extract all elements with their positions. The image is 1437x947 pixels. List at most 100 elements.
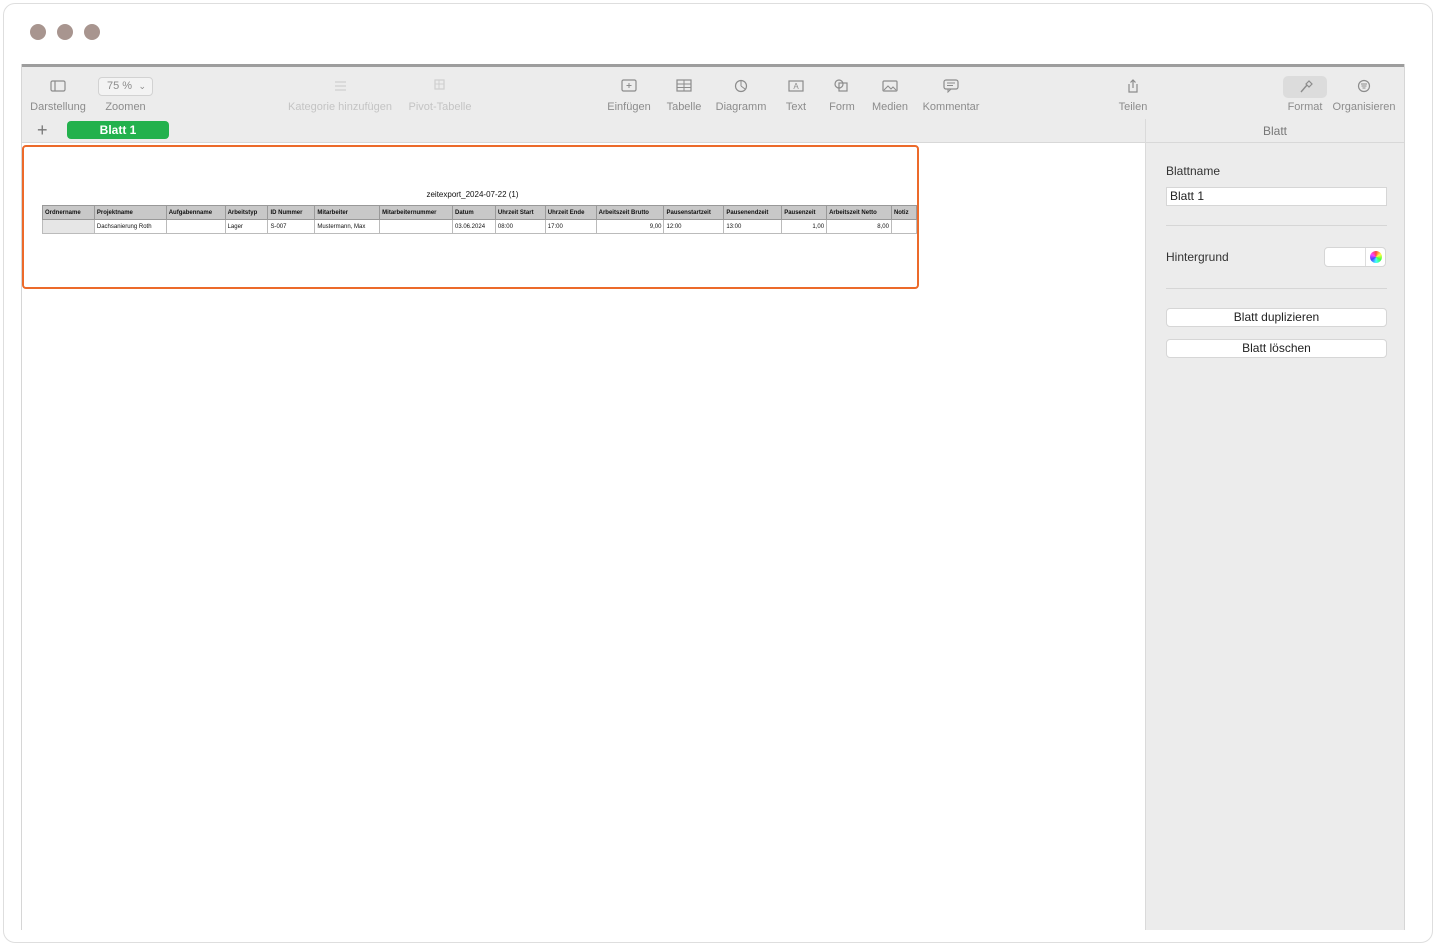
table-cell[interactable]: 9,00 — [595, 219, 665, 234]
view-label: Darstellung — [30, 101, 86, 113]
column-header[interactable]: Aufgabenname — [165, 205, 226, 220]
toolbar: Darstellung 75 % ⌄ Zoomen Kategorie hinz… — [22, 64, 1404, 119]
organize-icon — [1357, 79, 1371, 93]
svg-text:A: A — [793, 82, 799, 91]
column-header[interactable]: Pausenstartzeit — [663, 205, 725, 220]
add-sheet-button[interactable]: + — [37, 119, 48, 141]
sidebar-icon — [50, 80, 66, 92]
organize-label: Organisieren — [1332, 101, 1396, 113]
column-header[interactable]: Arbeitszeit Brutto — [595, 205, 665, 220]
table-button[interactable]: Tabelle — [664, 67, 704, 119]
column-header[interactable]: Uhrzeit Ende — [544, 205, 597, 220]
column-header[interactable]: Pausenendzeit — [723, 205, 783, 220]
divider — [1365, 248, 1366, 266]
media-button[interactable]: Medien — [871, 67, 909, 119]
pivot-table-icon — [434, 79, 445, 90]
table-label: Tabelle — [666, 101, 702, 113]
table-cell[interactable]: Dachsanierung Roth — [93, 219, 167, 234]
format-label: Format — [1287, 101, 1323, 113]
zoom-label: Zoomen — [105, 101, 146, 113]
organize-button[interactable]: Organisieren — [1332, 67, 1396, 119]
chart-label: Diagramm — [715, 101, 767, 113]
table-cell[interactable]: 1,00 — [781, 219, 828, 234]
divider — [1166, 288, 1387, 289]
table-cell[interactable] — [165, 219, 226, 234]
table-title: zeitexport_2024-07-22 (1) — [426, 190, 519, 199]
format-sidebar: Blatt Blattname Blatt 1 Hintergrund Blat… — [1145, 119, 1404, 930]
shape-button[interactable]: Form — [827, 67, 857, 119]
table-cell[interactable]: Lager — [224, 219, 269, 234]
column-header[interactable]: Notiz — [890, 205, 918, 220]
column-header[interactable]: Mitarbeiter — [314, 205, 381, 220]
sheet-name-label: Blattname — [1166, 164, 1221, 178]
background-label: Hintergrund — [1166, 250, 1229, 264]
add-category-label: Kategorie hinzufügen — [288, 101, 392, 113]
duplicate-sheet-button[interactable]: Blatt duplizieren — [1166, 308, 1387, 327]
table-icon — [676, 79, 692, 92]
table-cell[interactable] — [379, 219, 453, 234]
zoom-button[interactable]: Zoomen — [98, 67, 153, 119]
share-label: Teilen — [1118, 101, 1148, 113]
data-table[interactable]: Ordnername Projektname Aufgabenname Arbe… — [42, 205, 918, 234]
shape-icon — [834, 79, 848, 92]
table-cell[interactable]: S-007 — [267, 219, 316, 234]
insert-label: Einfügen — [607, 101, 651, 113]
category-icon — [335, 81, 346, 91]
table-cell[interactable] — [890, 219, 918, 234]
table-row: Dachsanierung Roth Lager S-007 Musterman… — [42, 219, 918, 234]
column-header[interactable]: Arbeitstyp — [224, 205, 269, 220]
minimize-window-button[interactable] — [57, 24, 73, 40]
share-icon — [1128, 79, 1138, 93]
shape-label: Form — [829, 101, 855, 113]
column-header[interactable]: Pausenzeit — [781, 205, 828, 220]
pivot-table-button[interactable]: Pivot-Tabelle — [407, 67, 473, 119]
pivot-table-label: Pivot-Tabelle — [408, 101, 472, 113]
column-header[interactable]: Datum — [452, 205, 496, 220]
sheet-bar: + Blatt 1 — [22, 119, 1145, 143]
insert-icon — [621, 79, 637, 92]
column-header[interactable]: Projektname — [93, 205, 167, 220]
close-window-button[interactable] — [30, 24, 46, 40]
share-button[interactable]: Teilen — [1116, 67, 1150, 119]
table-cell[interactable]: 8,00 — [826, 219, 892, 234]
column-header[interactable]: Arbeitszeit Netto — [826, 205, 892, 220]
comment-label: Kommentar — [922, 101, 980, 113]
divider — [1166, 225, 1387, 226]
text-label: Text — [785, 101, 807, 113]
comment-icon — [943, 79, 959, 93]
sheet-tab-blatt-1[interactable]: Blatt 1 — [67, 121, 169, 139]
comment-button[interactable]: Kommentar — [922, 67, 980, 119]
media-icon — [882, 80, 898, 92]
sidebar-tab-sheet[interactable]: Blatt — [1146, 119, 1404, 143]
table-header-row: Ordnername Projektname Aufgabenname Arbe… — [42, 205, 918, 220]
add-category-button[interactable]: Kategorie hinzufügen — [287, 67, 393, 119]
view-button[interactable]: Darstellung — [27, 67, 89, 119]
table-cell[interactable] — [42, 219, 95, 234]
column-header[interactable]: Ordnername — [42, 205, 95, 220]
format-brush-icon — [1300, 80, 1313, 93]
insert-button[interactable]: Einfügen — [607, 67, 651, 119]
table-cell[interactable]: 12:00 — [663, 219, 725, 234]
table-cell[interactable]: 13:00 — [723, 219, 783, 234]
table-cell[interactable]: Mustermann, Max — [314, 219, 381, 234]
table-cell[interactable]: 03.06.2024 — [452, 219, 496, 234]
text-icon: A — [788, 80, 804, 92]
column-header[interactable]: ID Nummer — [267, 205, 316, 220]
table-selection-frame[interactable]: zeitexport_2024-07-22 (1) Ordnername Pro… — [22, 145, 919, 289]
column-header[interactable]: Uhrzeit Start — [494, 205, 546, 220]
sheet-name-field[interactable]: Blatt 1 — [1166, 187, 1387, 206]
table-cell[interactable]: 17:00 — [544, 219, 597, 234]
media-label: Medien — [871, 101, 909, 113]
table-cell[interactable]: 08:00 — [494, 219, 546, 234]
sheet-canvas[interactable]: zeitexport_2024-07-22 (1) Ordnername Pro… — [22, 143, 1145, 930]
delete-sheet-button[interactable]: Blatt löschen — [1166, 339, 1387, 358]
color-wheel-icon[interactable] — [1370, 251, 1382, 263]
chart-icon — [734, 79, 748, 93]
numbers-app: Darstellung 75 % ⌄ Zoomen Kategorie hinz… — [21, 64, 1405, 930]
format-button[interactable]: Format — [1283, 67, 1327, 119]
text-button[interactable]: A Text — [782, 67, 810, 119]
column-header[interactable]: Mitarbeiternummer — [379, 205, 453, 220]
background-color-well[interactable] — [1324, 247, 1386, 267]
zoom-window-button[interactable] — [84, 24, 100, 40]
chart-button[interactable]: Diagramm — [716, 67, 766, 119]
